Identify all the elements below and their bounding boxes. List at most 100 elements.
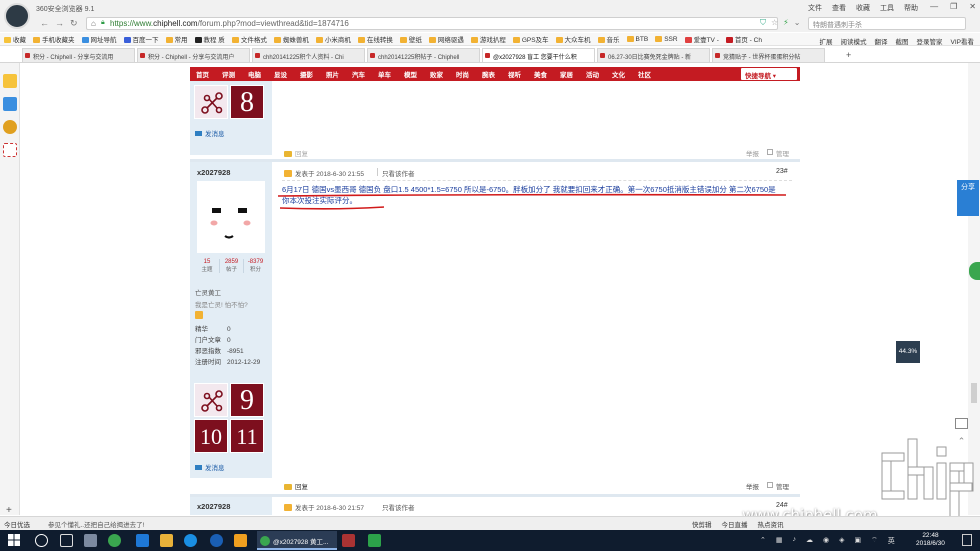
tab[interactable]: chh20141225积个人资料 - Chi bbox=[252, 48, 365, 62]
translate-button[interactable]: 翻译 bbox=[875, 36, 888, 46]
taskbar-clock[interactable]: 22:48 2018/6/30 bbox=[916, 532, 945, 548]
menu-help[interactable]: 帮助 bbox=[904, 3, 918, 13]
search-input[interactable]: 特朗普遇刺手杀 bbox=[808, 17, 966, 30]
nav-item[interactable]: 视听 bbox=[508, 69, 521, 79]
favorites-icon[interactable] bbox=[3, 74, 17, 88]
bookmark-item[interactable]: 蜘蛛兽机 bbox=[273, 34, 309, 44]
close-icon[interactable]: ✕ bbox=[969, 2, 976, 11]
send-message-link[interactable]: 发消息 bbox=[195, 462, 225, 472]
nav-item[interactable]: 时尚 bbox=[456, 69, 469, 79]
vip-button[interactable]: VIP看看 bbox=[951, 36, 974, 46]
bookmark-item[interactable]: 大众车机 bbox=[555, 34, 591, 44]
quick-edit-link[interactable]: 快剪辑 bbox=[692, 519, 712, 529]
nav-item[interactable]: 败家 bbox=[430, 69, 443, 79]
report-link[interactable]: 举报 bbox=[746, 481, 759, 491]
manage-checkbox[interactable] bbox=[767, 482, 773, 488]
tray-app-icon[interactable]: ▣ bbox=[855, 536, 862, 546]
search-icon[interactable] bbox=[35, 534, 48, 547]
menu-tools[interactable]: 工具 bbox=[880, 3, 894, 13]
back-icon[interactable]: ← bbox=[40, 18, 49, 28]
edge-icon[interactable] bbox=[136, 534, 149, 547]
tab[interactable]: 积分 - Chiphell - 分享与交流用户 bbox=[137, 48, 250, 62]
author-avatar[interactable] bbox=[197, 181, 265, 253]
nav-item[interactable]: 摄影 bbox=[300, 69, 313, 79]
weibo-icon[interactable] bbox=[3, 120, 17, 134]
notes-icon[interactable] bbox=[3, 97, 17, 111]
scrollbar-thumb[interactable] bbox=[971, 383, 977, 403]
menu-view[interactable]: 查看 bbox=[832, 3, 846, 13]
nav-item[interactable]: 照片 bbox=[326, 69, 339, 79]
home-icon[interactable]: ⌂ bbox=[91, 19, 96, 28]
cloud-icon[interactable]: ☁ bbox=[806, 536, 813, 546]
shield-icon[interactable]: ⛉ bbox=[760, 18, 766, 28]
nav-item[interactable]: 腕表 bbox=[482, 69, 495, 79]
app-icon[interactable] bbox=[342, 534, 355, 547]
refresh-icon[interactable]: ↻ bbox=[70, 18, 78, 29]
share-tab[interactable]: 分享 bbox=[957, 180, 979, 216]
chevron-up-icon[interactable]: ⌃ bbox=[760, 536, 766, 546]
menu-file[interactable]: 文件 bbox=[808, 3, 822, 13]
ime-indicator[interactable]: 英 bbox=[888, 536, 895, 546]
author-name[interactable]: x2027928 bbox=[197, 168, 230, 177]
bookmark-item[interactable]: 百度一下 bbox=[123, 34, 159, 44]
app-icon[interactable] bbox=[184, 534, 197, 547]
bookmark-item[interactable]: 在线转换 bbox=[357, 34, 393, 44]
dropdown-icon[interactable]: ⌄ bbox=[794, 18, 801, 28]
add-icon[interactable]: + bbox=[6, 505, 12, 516]
tab[interactable]: 竞猜贴子 - 世界杯蛋蛋积分帖 bbox=[712, 48, 825, 62]
nav-item[interactable]: 首页 bbox=[196, 69, 209, 79]
report-link[interactable]: 举报 bbox=[746, 148, 759, 158]
forward-icon[interactable]: → bbox=[55, 18, 64, 28]
bookmark-item[interactable]: 手机收藏夹 bbox=[33, 34, 75, 44]
news-ticker-link[interactable]: 参见个懂礼..还把自己给揭进去了! bbox=[48, 519, 144, 529]
star-icon[interactable]: ☆ bbox=[771, 18, 778, 28]
windows-start-icon[interactable] bbox=[8, 534, 20, 546]
nav-item[interactable]: 评测 bbox=[222, 69, 235, 79]
lightning-icon[interactable]: ⚡ bbox=[783, 18, 789, 28]
stat-topics[interactable]: 15 主题 bbox=[195, 259, 219, 273]
app-icon[interactable] bbox=[84, 534, 97, 547]
only-author-link[interactable]: 只看该作者 bbox=[382, 502, 415, 512]
quick-nav-button[interactable]: 快捷导航 ▾ bbox=[741, 68, 797, 80]
floating-green-icon[interactable] bbox=[969, 262, 980, 280]
nav-item[interactable]: 显设 bbox=[274, 69, 287, 79]
minimize-icon[interactable]: — bbox=[930, 2, 938, 11]
screenshot-button[interactable]: 截图 bbox=[896, 36, 909, 46]
nav-item[interactable]: 电脑 bbox=[248, 69, 261, 79]
send-message-link[interactable]: 发消息 bbox=[195, 128, 225, 138]
bookmark-item[interactable]: 教程 质 bbox=[194, 34, 225, 44]
kodi-icon[interactable] bbox=[210, 534, 223, 547]
nav-item[interactable]: 单车 bbox=[378, 69, 391, 79]
reply-button[interactable]: 回复 bbox=[284, 481, 308, 491]
bookmark-item[interactable]: 收藏 bbox=[4, 34, 26, 44]
only-author-link[interactable]: 只看该作者 bbox=[382, 168, 415, 178]
author-name[interactable]: x2027928 bbox=[197, 502, 230, 511]
tab[interactable]: chh20141225积帖子 - Chiphell bbox=[367, 48, 480, 62]
menu-favorites[interactable]: 收藏 bbox=[856, 3, 870, 13]
bookmark-item[interactable]: 文件格式 bbox=[231, 34, 267, 44]
stat-points[interactable]: -8379 积分 bbox=[243, 259, 267, 273]
live-link[interactable]: 今日直播 bbox=[722, 519, 748, 529]
manage-checkbox[interactable] bbox=[767, 149, 773, 155]
bookmark-item[interactable]: BTB bbox=[626, 35, 648, 43]
today-picks-link[interactable]: 今日优选 bbox=[4, 519, 30, 529]
new-tab-icon[interactable]: + bbox=[846, 50, 851, 60]
manage-link[interactable]: 管理 bbox=[776, 481, 789, 491]
extensions-button[interactable]: 扩展 bbox=[820, 36, 833, 46]
notification-icon[interactable] bbox=[962, 534, 972, 546]
nav-item[interactable]: 美食 bbox=[534, 69, 547, 79]
volume-icon[interactable]: ♪ bbox=[793, 536, 797, 546]
login-manager-button[interactable]: 登录管家 bbox=[917, 36, 943, 46]
browser-360-icon[interactable] bbox=[108, 534, 121, 547]
bookmark-item[interactable]: 小米商机 bbox=[315, 34, 351, 44]
nav-item[interactable]: 模型 bbox=[404, 69, 417, 79]
nav-item[interactable]: 活动 bbox=[586, 69, 599, 79]
tab-active[interactable]: @x2027928 盲工 您要干什么积 bbox=[482, 48, 595, 62]
manage-link[interactable]: 管理 bbox=[776, 148, 789, 158]
stat-posts[interactable]: 2859 帖子 bbox=[219, 259, 243, 273]
floor-number[interactable]: 23# bbox=[776, 168, 788, 175]
folder-icon[interactable] bbox=[160, 534, 173, 547]
nav-item[interactable]: 社区 bbox=[638, 69, 651, 79]
bookmark-item[interactable]: 游戏扒程 bbox=[470, 34, 506, 44]
hot-news-link[interactable]: 热点资讯 bbox=[758, 519, 784, 529]
